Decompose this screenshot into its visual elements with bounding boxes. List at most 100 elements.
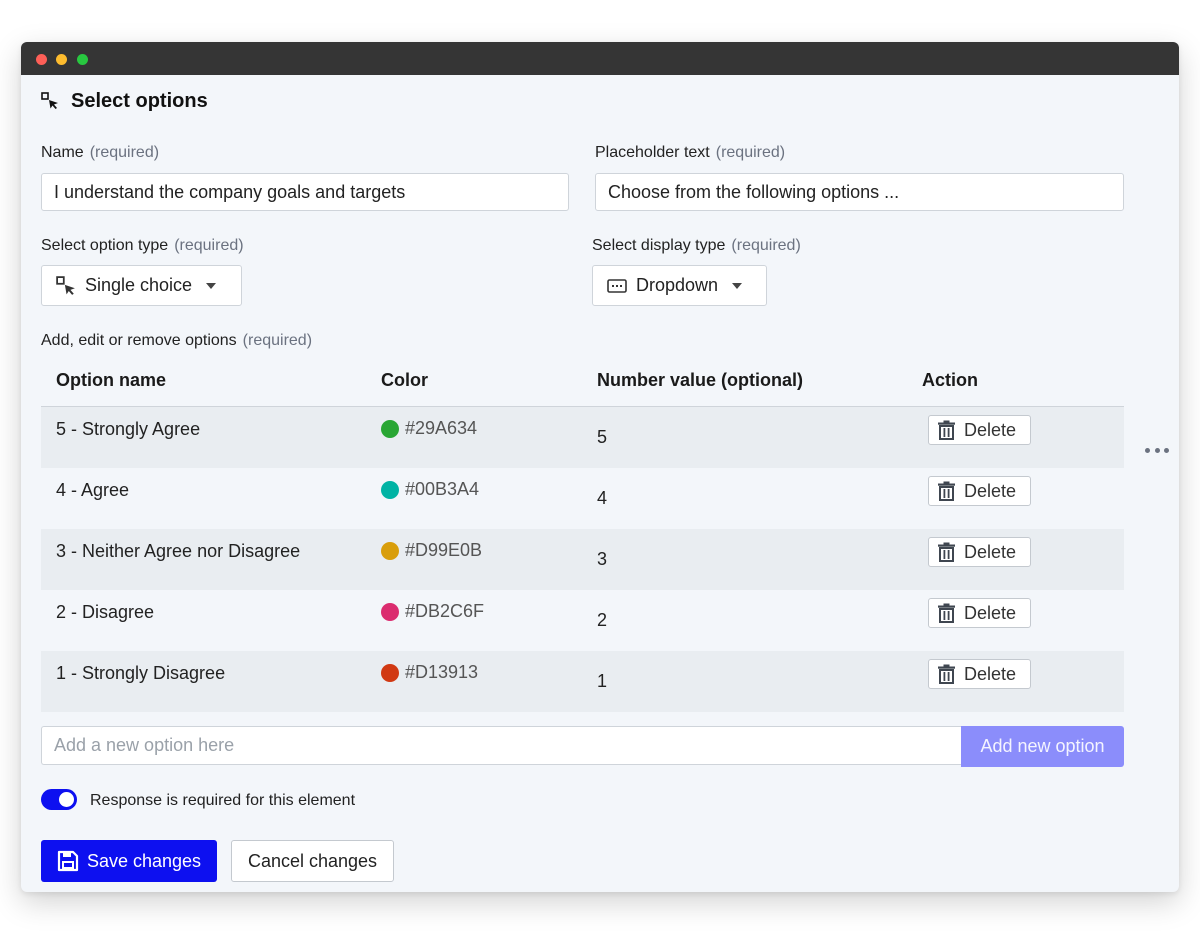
close-window-button[interactable] — [36, 54, 47, 65]
more-options-icon[interactable] — [1145, 444, 1169, 456]
trash-icon — [938, 664, 955, 684]
options-label-text: Add, edit or remove options — [41, 332, 237, 349]
required-toggle-label: Response is required for this element — [90, 792, 356, 809]
minimize-window-button[interactable] — [56, 54, 67, 65]
save-changes-label: Save changes — [86, 850, 202, 871]
editor-window: Select options Name (required) I understa… — [21, 42, 1179, 892]
color-swatch — [381, 480, 399, 499]
options-table-body: 5 - Strongly Agree #29A634 5 Delete 4 - … — [41, 407, 1124, 712]
display-type-label: Select display type (required) — [592, 237, 801, 255]
table-row: 1 - Strongly Disagree #D13913 1 Delete — [41, 651, 1124, 712]
delete-option-button[interactable]: Delete — [928, 659, 1031, 689]
new-option-placeholder: Add a new option here — [54, 735, 235, 755]
name-label: Name (required) — [41, 144, 159, 162]
option-name-cell[interactable]: 4 - Agree — [56, 480, 129, 501]
save-icon — [57, 850, 79, 872]
option-color-cell[interactable]: #D99E0B — [381, 540, 482, 561]
toggle-knob — [59, 792, 74, 807]
page-title: Select options — [71, 89, 208, 112]
trash-icon — [938, 420, 955, 440]
save-changes-button[interactable]: Save changes — [41, 840, 217, 882]
title-bar — [21, 42, 1179, 75]
display-type-value: Dropdown — [636, 275, 719, 295]
placeholder-input-value: Choose from the following options ... — [608, 181, 900, 202]
options-label: Add, edit or remove options (required) — [41, 332, 312, 350]
display-type-select[interactable]: Dropdown — [592, 265, 767, 306]
color-swatch — [381, 602, 399, 621]
option-color-value: #DB2C6F — [405, 601, 485, 621]
delete-option-button[interactable]: Delete — [928, 415, 1031, 445]
table-row: 2 - Disagree #DB2C6F 2 Delete — [41, 590, 1124, 651]
maximize-window-button[interactable] — [77, 54, 88, 65]
options-table: Option name Color Number value (optional… — [41, 360, 1124, 712]
delete-option-button[interactable]: Delete — [928, 476, 1031, 506]
delete-label: Delete — [964, 602, 1017, 623]
dot — [1145, 447, 1150, 453]
required-hint: (required) — [242, 332, 313, 349]
chevron-down-icon — [206, 282, 217, 289]
delete-option-button[interactable]: Delete — [928, 598, 1031, 628]
trash-icon — [938, 603, 955, 623]
column-header-action: Action — [922, 370, 978, 390]
option-number-value[interactable]: 3 — [597, 549, 607, 570]
option-name-cell[interactable]: 2 - Disagree — [56, 602, 154, 623]
option-color-value: #D99E0B — [405, 540, 483, 560]
option-number-value[interactable]: 1 — [597, 671, 607, 692]
required-hint: (required) — [174, 237, 244, 254]
required-toggle[interactable] — [41, 789, 77, 810]
table-row: 3 - Neither Agree nor Disagree #D99E0B 3… — [41, 529, 1124, 590]
column-header-option-name: Option name — [56, 370, 167, 390]
cancel-changes-button[interactable]: Cancel changes — [231, 840, 394, 882]
option-color-cell[interactable]: #29A634 — [381, 418, 477, 439]
new-option-input[interactable]: Add a new option here — [41, 726, 962, 765]
options-table-header: Option name Color Number value (optional… — [41, 360, 1124, 407]
option-name-cell[interactable]: 3 - Neither Agree nor Disagree — [56, 541, 300, 562]
table-row: 4 - Agree #00B3A4 4 Delete — [41, 468, 1124, 529]
delete-label: Delete — [964, 419, 1017, 440]
display-type-label-text: Select display type — [592, 237, 726, 254]
delete-label: Delete — [964, 541, 1017, 562]
column-header-color: Color — [381, 370, 428, 390]
column-header-number-value: Number value (optional) — [597, 370, 804, 390]
option-number-value[interactable]: 2 — [597, 610, 607, 631]
select-cursor-icon — [41, 92, 58, 109]
option-color-value: #00B3A4 — [405, 479, 480, 499]
placeholder-label: Placeholder text (required) — [595, 144, 785, 162]
delete-label: Delete — [964, 480, 1017, 501]
trash-icon — [938, 542, 955, 562]
required-hint: (required) — [731, 237, 801, 254]
delete-label: Delete — [964, 663, 1017, 684]
option-color-cell[interactable]: #DB2C6F — [381, 601, 484, 622]
table-row: 5 - Strongly Agree #29A634 5 Delete — [41, 407, 1124, 468]
required-hint: (required) — [715, 144, 786, 161]
color-swatch — [381, 419, 399, 438]
dot — [1164, 447, 1169, 453]
panel-heading: Select options — [41, 88, 208, 114]
option-type-value: Single choice — [85, 275, 193, 295]
option-name-cell[interactable]: 5 - Strongly Agree — [56, 419, 200, 440]
option-type-select[interactable]: Single choice — [41, 265, 242, 306]
add-new-option-button[interactable]: Add new option — [961, 726, 1124, 767]
dot — [1154, 447, 1160, 453]
name-input-value: I understand the company goals and targe… — [54, 181, 406, 202]
chevron-down-icon — [732, 282, 743, 289]
option-type-label: Select option type (required) — [41, 237, 244, 255]
option-number-value[interactable]: 4 — [597, 488, 607, 509]
option-color-cell[interactable]: #D13913 — [381, 662, 478, 683]
option-color-value: #29A634 — [405, 418, 478, 438]
add-new-option-label: Add new option — [980, 736, 1105, 756]
select-cursor-icon — [56, 275, 75, 295]
option-color-cell[interactable]: #00B3A4 — [381, 479, 479, 500]
dropdown-icon — [607, 278, 627, 293]
delete-option-button[interactable]: Delete — [928, 537, 1031, 567]
placeholder-label-text: Placeholder text — [595, 144, 710, 161]
name-label-text: Name — [41, 144, 84, 161]
placeholder-input[interactable]: Choose from the following options ... — [595, 173, 1124, 211]
color-swatch — [381, 541, 399, 560]
name-input[interactable]: I understand the company goals and targe… — [41, 173, 569, 211]
trash-icon — [938, 481, 955, 501]
option-number-value[interactable]: 5 — [597, 427, 607, 448]
option-name-cell[interactable]: 1 - Strongly Disagree — [56, 663, 225, 684]
cancel-changes-label: Cancel changes — [247, 850, 378, 871]
option-type-label-text: Select option type — [41, 237, 169, 254]
